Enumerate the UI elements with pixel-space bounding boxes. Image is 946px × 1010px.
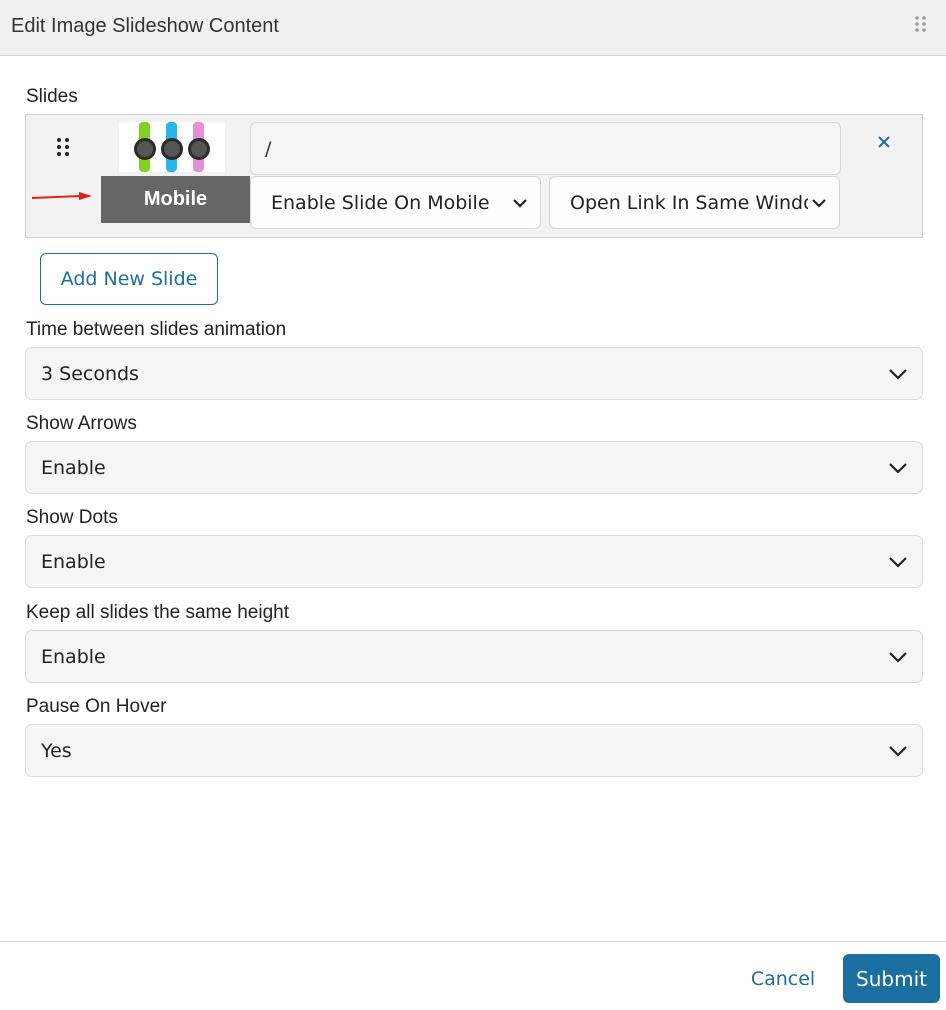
slide-item: Mobile Enable Slide On Mobile Open Link … — [25, 114, 923, 238]
mobile-badge: Mobile — [101, 176, 250, 223]
dialog-footer: Cancel Submit — [0, 941, 946, 1010]
remove-slide-icon[interactable] — [874, 132, 894, 152]
field-label-time-between-slides: Time between slides animation — [26, 319, 287, 340]
add-new-slide-button[interactable]: Add New Slide — [40, 253, 218, 305]
submit-button[interactable]: Submit — [843, 954, 940, 1003]
show-dots-select[interactable]: Enable — [25, 535, 923, 588]
slide-link-input[interactable] — [250, 122, 841, 175]
chevron-down-icon — [889, 746, 907, 757]
mobile-visibility-select[interactable]: Enable Slide On Mobile — [250, 176, 541, 229]
link-target-select[interactable]: Open Link In Same Window — [549, 176, 840, 229]
mobile-visibility-value: Enable Slide On Mobile — [271, 191, 490, 214]
field-label-same-height: Keep all slides the same height — [26, 602, 289, 623]
time-between-slides-value: 3 Seconds — [41, 362, 139, 385]
same-height-value: Enable — [41, 645, 106, 668]
field-label-show-arrows: Show Arrows — [26, 413, 137, 434]
same-height-select[interactable]: Enable — [25, 630, 923, 683]
show-dots-value: Enable — [41, 550, 106, 573]
drag-grip-icon[interactable] — [914, 15, 928, 35]
pause-on-hover-value: Yes — [41, 739, 72, 762]
chevron-down-icon — [889, 369, 907, 380]
chevron-down-icon — [512, 195, 528, 211]
show-arrows-select[interactable]: Enable — [25, 441, 923, 494]
field-label-pause-on-hover: Pause On Hover — [26, 696, 167, 717]
chevron-down-icon — [889, 463, 907, 474]
slides-label: Slides — [26, 86, 78, 107]
time-between-slides-select[interactable]: 3 Seconds — [25, 347, 923, 400]
cancel-button[interactable]: Cancel — [740, 962, 826, 996]
dialog-header: Edit Image Slideshow Content — [0, 0, 946, 56]
link-target-value: Open Link In Same Window — [570, 191, 808, 214]
dialog-title: Edit Image Slideshow Content — [11, 15, 279, 37]
watch-product-image — [134, 122, 210, 172]
chevron-down-icon — [889, 652, 907, 663]
chevron-down-icon — [811, 195, 827, 211]
pause-on-hover-select[interactable]: Yes — [25, 724, 923, 777]
red-arrow-icon — [31, 192, 92, 200]
chevron-down-icon — [889, 557, 907, 568]
drag-handle-icon[interactable] — [55, 136, 71, 158]
slide-thumbnail[interactable] — [119, 122, 225, 172]
field-label-show-dots: Show Dots — [26, 507, 118, 528]
show-arrows-value: Enable — [41, 456, 106, 479]
